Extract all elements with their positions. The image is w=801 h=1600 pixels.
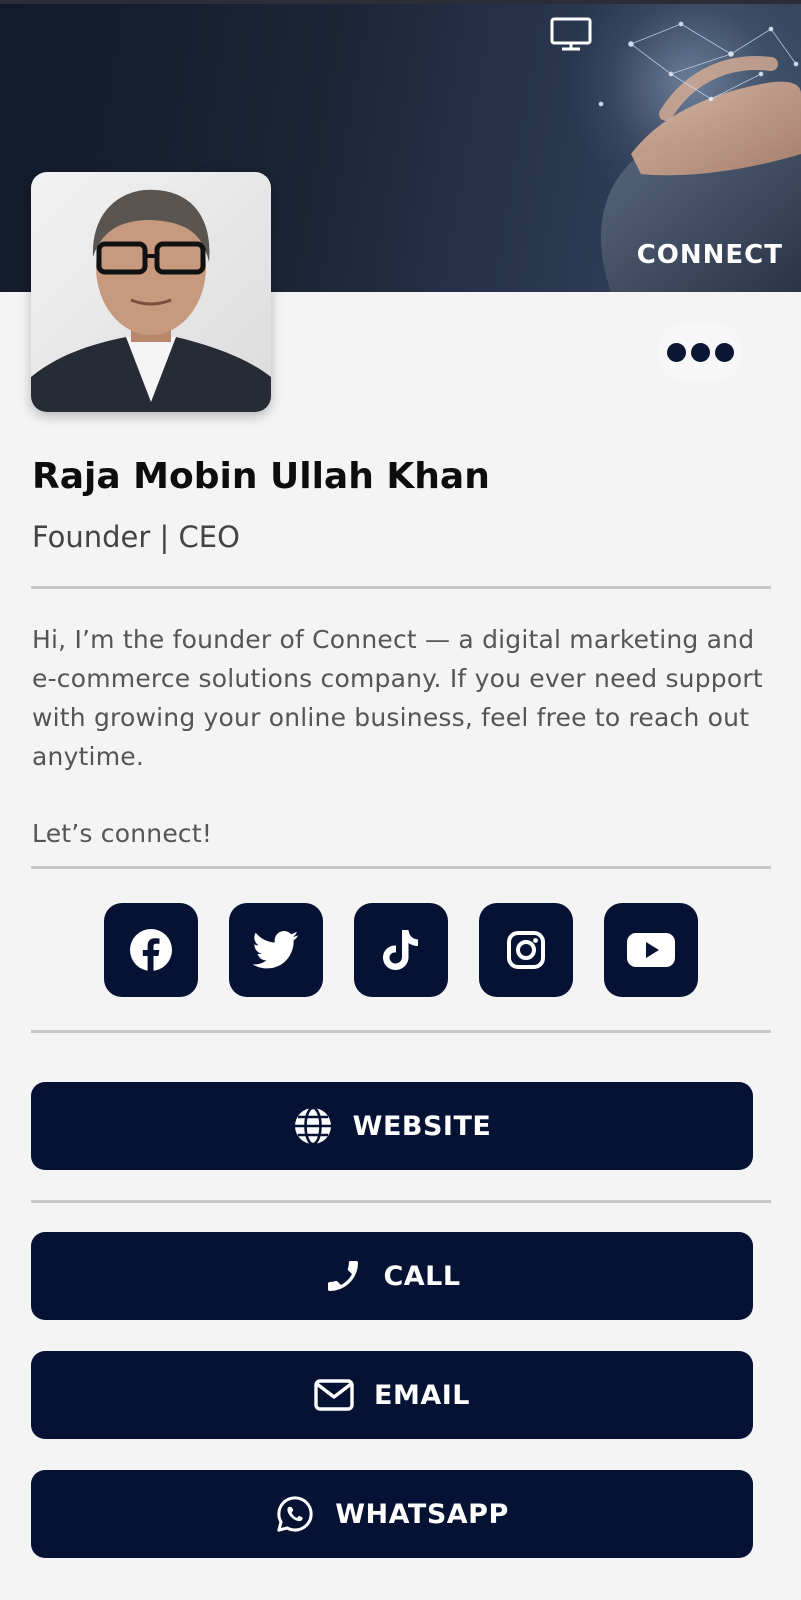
- divider: [31, 586, 771, 589]
- more-dot-icon: [690, 342, 710, 362]
- avatar: [31, 172, 271, 412]
- website-button[interactable]: WEBSITE: [31, 1082, 753, 1170]
- phone-icon: [328, 1261, 359, 1291]
- profile-name: Raja Mobin Ullah Khan: [32, 456, 490, 497]
- facebook-button[interactable]: [104, 903, 198, 997]
- globe-icon: [294, 1106, 331, 1146]
- more-dot-icon: [714, 342, 734, 362]
- whatsapp-button-label: WHATSAPP: [335, 1498, 509, 1530]
- divider: [31, 1030, 771, 1033]
- youtube-icon: [627, 933, 675, 967]
- profile-photo: [31, 189, 271, 412]
- whatsapp-icon: [277, 1496, 313, 1532]
- call-button-label: CALL: [383, 1260, 461, 1292]
- email-button-label: EMAIL: [374, 1379, 470, 1411]
- whatsapp-button[interactable]: WHATSAPP: [31, 1470, 753, 1558]
- more-options-button[interactable]: [657, 322, 743, 382]
- instagram-icon: [507, 931, 545, 969]
- more-dot-icon: [666, 342, 686, 362]
- bio-text: Hi, I’m the founder of Connect — a digit…: [32, 625, 763, 771]
- envelope-icon: [314, 1379, 354, 1411]
- social-links: [104, 903, 698, 997]
- twitter-icon: [253, 931, 299, 969]
- website-button-label: WEBSITE: [352, 1110, 492, 1142]
- twitter-button[interactable]: [229, 903, 323, 997]
- facebook-icon: [130, 929, 172, 972]
- tiktok-button[interactable]: [354, 903, 448, 997]
- desktop-icon[interactable]: [549, 16, 593, 52]
- call-button[interactable]: CALL: [31, 1232, 753, 1320]
- tiktok-icon: [383, 930, 418, 970]
- instagram-button[interactable]: [479, 903, 573, 997]
- email-button[interactable]: EMAIL: [31, 1351, 753, 1439]
- profile-title: Founder | CEO: [32, 520, 240, 554]
- bio-closing: Let’s connect!: [32, 819, 213, 848]
- profile-bio: Hi, I’m the founder of Connect — a digit…: [32, 620, 777, 853]
- divider: [31, 866, 771, 869]
- youtube-button[interactable]: [604, 903, 698, 997]
- brand-logo: CONNECT: [636, 240, 783, 270]
- divider: [31, 1200, 771, 1203]
